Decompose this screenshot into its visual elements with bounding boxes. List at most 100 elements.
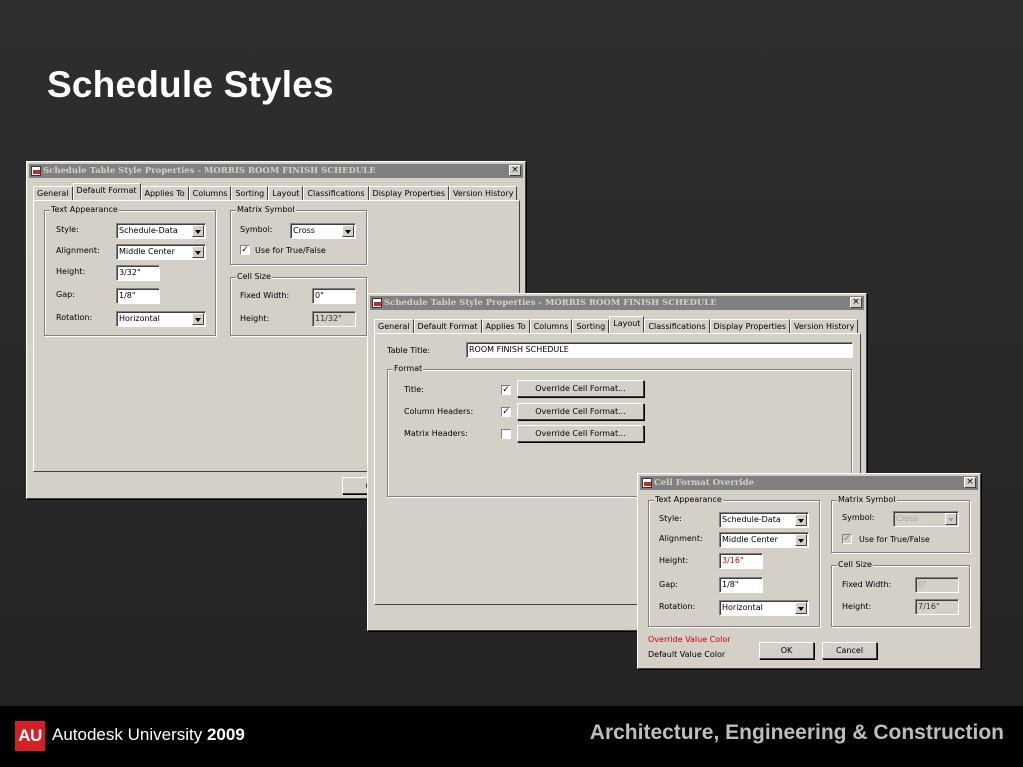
dialog-title: Cell Format Override: [654, 478, 754, 488]
style-select[interactable]: Schedule-Data: [719, 512, 809, 528]
override-matrix-headers-cell-format-button[interactable]: Override Cell Format...: [517, 425, 644, 442]
app-icon: [31, 166, 41, 176]
tab-display-properties[interactable]: Display Properties: [368, 186, 450, 200]
chevron-down-icon[interactable]: [342, 225, 354, 237]
default-value-color-legend: Default Value Color: [648, 650, 726, 659]
text-appearance-group: Text Appearance Style: Schedule-Data Ali…: [648, 495, 820, 627]
override-title-cell-format-button[interactable]: Override Cell Format...: [517, 380, 644, 397]
gap-label: Gap:: [659, 580, 678, 589]
tab-classifications[interactable]: Classifications: [303, 186, 369, 200]
matrix-symbol-group: Matrix Symbol Symbol: Cross ✓ Use for Tr…: [230, 205, 367, 265]
rotation-select[interactable]: Horizontal: [116, 311, 206, 327]
gap-input[interactable]: 1/8": [719, 577, 763, 593]
override-column-headers-cell-format-button[interactable]: Override Cell Format...: [517, 403, 644, 420]
use-true-false-checkbox[interactable]: ✓: [240, 245, 250, 255]
cell-size-group: Cell Size Fixed Width: 0" Height: 7/16": [831, 560, 970, 627]
cell-height-label: Height:: [240, 314, 270, 323]
tab-version-history[interactable]: Version History: [449, 186, 518, 200]
tab-layout[interactable]: Layout: [268, 186, 304, 200]
tab-general[interactable]: General: [374, 319, 414, 333]
alignment-label: Alignment:: [659, 534, 703, 543]
override-value-color-legend: Override Value Color: [648, 635, 731, 644]
group-label: Text Appearance: [654, 495, 723, 505]
fixed-width-label: Fixed Width:: [842, 580, 892, 589]
tab-layout[interactable]: Layout: [609, 316, 645, 333]
slide-title: Schedule Styles: [47, 64, 334, 105]
chevron-down-icon[interactable]: [192, 313, 204, 325]
close-button[interactable]: ×: [964, 477, 976, 488]
gap-input[interactable]: 1/8": [116, 288, 160, 304]
group-label: Format: [393, 364, 424, 374]
symbol-select: Cross: [893, 511, 959, 527]
cancel-button[interactable]: Cancel: [822, 642, 877, 659]
dialog-titlebar[interactable]: Schedule Table Style Properties - MORRIS…: [29, 164, 523, 178]
cell-size-group: Cell Size Fixed Width: 0" Height: 11/32": [230, 272, 367, 336]
group-label: Matrix Symbol: [837, 495, 897, 505]
style-value: Schedule-Data: [119, 226, 178, 235]
close-button[interactable]: ×: [509, 165, 521, 176]
height-label: Height:: [56, 267, 86, 276]
group-label: Text Appearance: [50, 205, 119, 215]
column-headers-checkbox[interactable]: ✓: [501, 407, 511, 417]
footer-brand-name: Autodesk University: [52, 725, 203, 744]
rotation-select[interactable]: Horizontal: [719, 600, 809, 616]
symbol-select[interactable]: Cross: [290, 223, 356, 239]
symbol-label: Symbol:: [240, 225, 273, 234]
chevron-down-icon: [945, 513, 957, 525]
title-format-checkbox[interactable]: ✓: [501, 385, 511, 395]
height-input[interactable]: 3/16": [719, 553, 763, 569]
footer-tagline: Architecture, Engineering & Construction: [589, 721, 1004, 744]
tab-sorting[interactable]: Sorting: [231, 186, 269, 200]
symbol-value: Cross: [293, 226, 315, 235]
alignment-select[interactable]: Middle Center: [116, 244, 206, 260]
tab-general[interactable]: General: [33, 186, 73, 200]
chevron-down-icon[interactable]: [795, 514, 807, 526]
app-icon: [642, 478, 652, 488]
matrix-headers-checkbox[interactable]: [501, 429, 511, 439]
tab-columns[interactable]: Columns: [529, 319, 573, 333]
fixed-width-input[interactable]: 0": [312, 288, 356, 304]
tab-applies-to[interactable]: Applies To: [140, 186, 189, 200]
rotation-label: Rotation:: [56, 313, 93, 322]
use-true-false-label: Use for True/False: [255, 246, 326, 255]
fixed-width-input: 0": [915, 577, 959, 593]
use-true-false-label: Use for True/False: [859, 535, 930, 544]
table-title-input[interactable]: ROOM FINISH SCHEDULE: [466, 342, 853, 358]
ok-button[interactable]: OK: [759, 642, 814, 659]
chevron-down-icon[interactable]: [795, 534, 807, 546]
tab-default-format[interactable]: Default Format: [413, 319, 482, 333]
style-label: Style:: [56, 225, 79, 234]
alignment-value: Middle Center: [119, 247, 175, 256]
tab-default-format[interactable]: Default Format: [72, 183, 141, 200]
rotation-value: Horizontal: [722, 603, 763, 612]
tab-version-history[interactable]: Version History: [790, 319, 859, 333]
dialog-titlebar[interactable]: Cell Format Override ×: [640, 476, 978, 490]
chevron-down-icon[interactable]: [795, 602, 807, 614]
symbol-label: Symbol:: [842, 513, 875, 522]
footer-year: 2009: [206, 725, 245, 744]
text-appearance-group: Text Appearance Style: Schedule-Data Ali…: [44, 205, 216, 336]
group-label: Cell Size: [236, 272, 272, 282]
tab-display-properties[interactable]: Display Properties: [709, 319, 791, 333]
chevron-down-icon[interactable]: [192, 225, 204, 237]
tab-classifications[interactable]: Classifications: [644, 319, 710, 333]
rotation-value: Horizontal: [119, 314, 160, 323]
dialog-titlebar[interactable]: Schedule Table Style Properties - MORRIS…: [370, 296, 864, 310]
group-label: Matrix Symbol: [236, 205, 296, 215]
height-input[interactable]: 3/32": [116, 265, 160, 281]
tab-applies-to[interactable]: Applies To: [481, 319, 530, 333]
column-headers-label: Column Headers:: [404, 407, 474, 416]
tab-strip: General Default Format Applies To Column…: [33, 183, 518, 200]
close-button[interactable]: ×: [850, 297, 862, 308]
tab-sorting[interactable]: Sorting: [572, 319, 610, 333]
fixed-width-label: Fixed Width:: [240, 291, 290, 300]
alignment-label: Alignment:: [56, 246, 100, 255]
style-select[interactable]: Schedule-Data: [116, 223, 206, 239]
symbol-value: Cross: [896, 514, 918, 523]
chevron-down-icon[interactable]: [192, 246, 204, 258]
tab-columns[interactable]: Columns: [188, 186, 232, 200]
cell-format-override-dialog: Cell Format Override × Text Appearance S…: [637, 473, 981, 669]
au-logo: AU: [15, 721, 45, 751]
app-icon: [372, 298, 382, 308]
alignment-select[interactable]: Middle Center: [719, 532, 809, 548]
